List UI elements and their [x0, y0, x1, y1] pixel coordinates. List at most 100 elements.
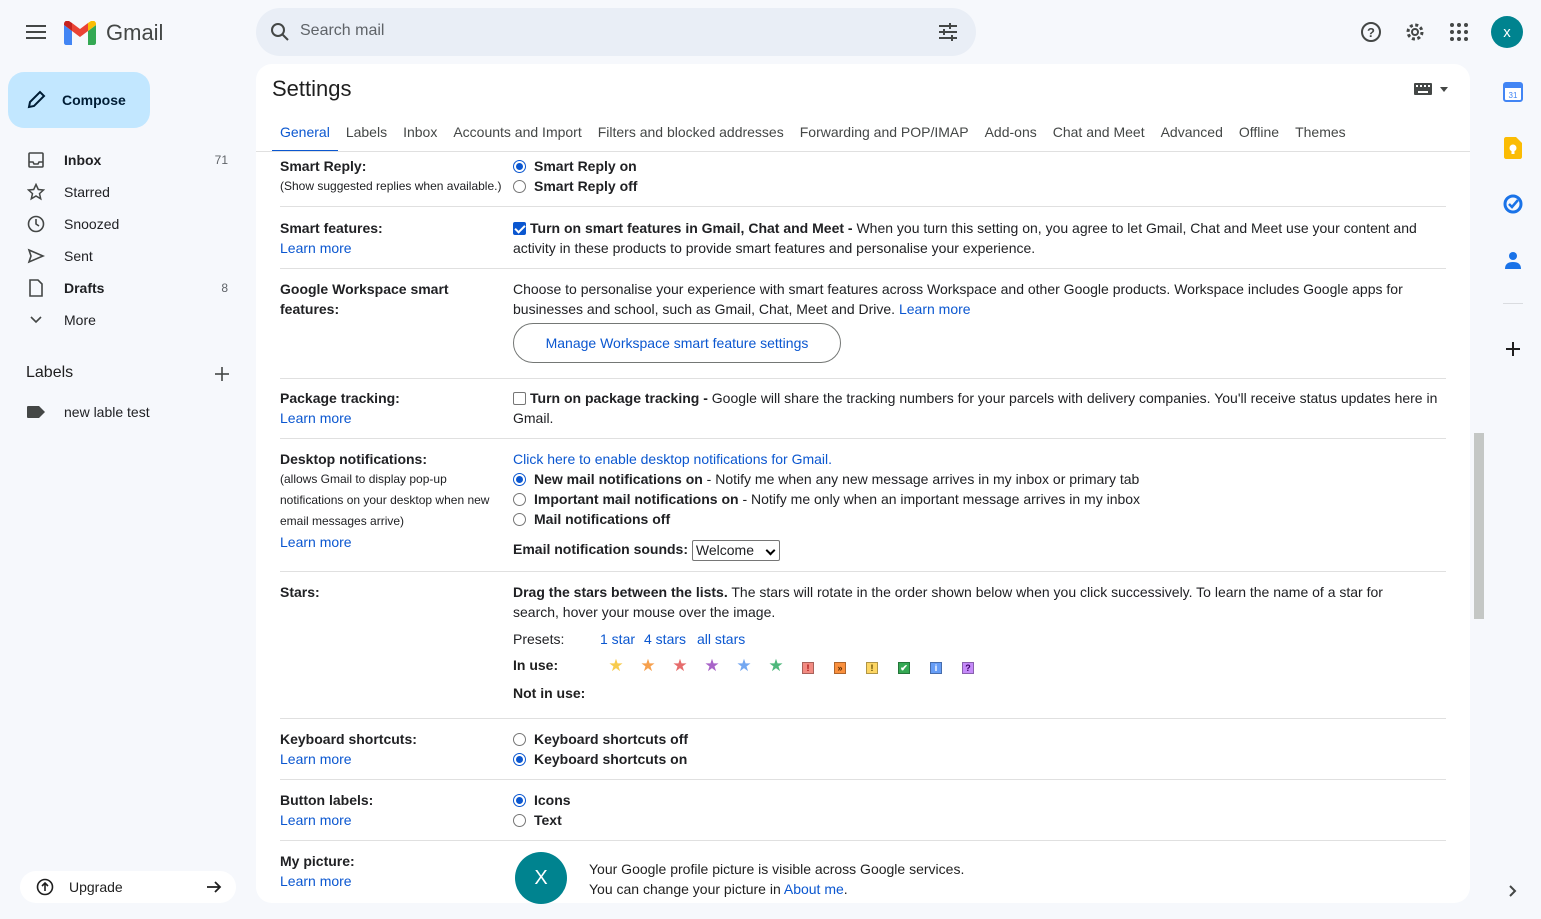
yellow-star-icon[interactable]: ★ [600, 656, 632, 676]
enable-notifications-link[interactable]: Click here to enable desktop notificatio… [513, 449, 1445, 469]
tab-forwarding[interactable]: Forwarding and POP/IMAP [792, 112, 977, 152]
draft-file-icon [26, 278, 46, 298]
profile-picture[interactable]: X [515, 852, 567, 904]
label-name: new lable test [64, 404, 150, 420]
divider [280, 378, 1446, 379]
notification-sound-select[interactable]: Welcome [691, 539, 780, 561]
presets-label: Presets: [513, 631, 565, 647]
preset-all-stars[interactable]: all stars [697, 631, 745, 647]
green-star-icon[interactable]: ★ [760, 656, 792, 676]
tab-offline[interactable]: Offline [1231, 112, 1287, 152]
nav-item-sent[interactable]: Sent [0, 240, 248, 272]
radio-selected[interactable] [513, 753, 526, 766]
preset-4-stars[interactable]: 4 stars [644, 631, 686, 647]
new-mail-notifications-option[interactable]: New mail notifications on - Notify me wh… [513, 469, 1445, 489]
main-menu-icon[interactable] [20, 16, 52, 48]
divider [280, 840, 1446, 841]
radio-selected[interactable] [513, 794, 526, 807]
nav-item-inbox[interactable]: Inbox 71 [0, 144, 248, 176]
upgrade-button[interactable]: Upgrade [20, 871, 236, 903]
divider [280, 571, 1446, 572]
smart-reply-on-option[interactable]: Smart Reply on [513, 156, 637, 176]
keep-icon[interactable] [1500, 135, 1526, 161]
tab-inbox[interactable]: Inbox [395, 112, 445, 152]
smart-reply-off-option[interactable]: Smart Reply off [513, 176, 637, 196]
purple-question-icon[interactable]: ? [952, 658, 984, 674]
learn-more-link[interactable]: Learn more [280, 238, 383, 258]
orange-star-icon[interactable]: ★ [632, 656, 664, 676]
tabs-divider [256, 151, 1470, 152]
radio-unselected[interactable] [513, 180, 526, 193]
apps-grid-icon[interactable] [1446, 19, 1472, 45]
tab-general[interactable]: General [272, 112, 338, 152]
unread-count: 71 [214, 153, 228, 167]
tab-add-ons[interactable]: Add-ons [977, 112, 1045, 152]
keyboard-shortcuts-off-option[interactable]: Keyboard shortcuts off [513, 729, 688, 749]
tab-advanced[interactable]: Advanced [1153, 112, 1231, 152]
divider [280, 438, 1446, 439]
manage-workspace-settings-button[interactable]: Manage Workspace smart feature settings [513, 323, 841, 363]
button-labels-text-option[interactable]: Text [513, 810, 571, 830]
svg-text:?: ? [1367, 25, 1375, 40]
learn-more-link[interactable]: Learn more [280, 749, 417, 769]
preset-1-star[interactable]: 1 star [600, 631, 635, 647]
nav-item-starred[interactable]: Starred [0, 176, 248, 208]
nav-item-drafts[interactable]: Drafts 8 [0, 272, 248, 304]
search-input[interactable]: Search mail [300, 22, 384, 40]
learn-more-link[interactable]: Learn more [899, 301, 971, 317]
divider [280, 206, 1446, 207]
radio-unselected[interactable] [513, 733, 526, 746]
contacts-icon[interactable] [1500, 247, 1526, 273]
divider [280, 779, 1446, 780]
tab-chat-and-meet[interactable]: Chat and Meet [1045, 112, 1153, 152]
tab-labels[interactable]: Labels [338, 112, 395, 152]
tab-accounts-and-import[interactable]: Accounts and Import [445, 112, 589, 152]
expand-side-panel-icon[interactable] [1500, 878, 1526, 904]
red-bang-icon[interactable]: ! [792, 658, 824, 674]
help-icon[interactable]: ? [1358, 19, 1384, 45]
tab-themes[interactable]: Themes [1287, 112, 1354, 152]
yellow-bang-icon[interactable]: ! [856, 658, 888, 674]
search-bar[interactable]: Search mail [256, 8, 976, 56]
setting-label: Button labels: [280, 792, 374, 808]
about-me-link[interactable]: About me [784, 881, 844, 897]
red-star-icon[interactable]: ★ [664, 656, 696, 676]
green-check-icon[interactable]: ✔ [888, 658, 920, 674]
settings-gear-icon[interactable] [1402, 19, 1428, 45]
smart-features-checkbox[interactable] [513, 222, 526, 235]
learn-more-link[interactable]: Learn more [280, 871, 355, 891]
search-options-icon[interactable] [938, 22, 958, 47]
label-item[interactable]: new lable test [0, 396, 248, 428]
calendar-icon[interactable]: 31 [1500, 79, 1526, 105]
account-avatar[interactable]: x [1491, 16, 1523, 48]
package-tracking-checkbox[interactable] [513, 392, 526, 405]
scrollbar-thumb[interactable] [1474, 433, 1484, 619]
keyboard-shortcuts-on-option[interactable]: Keyboard shortcuts on [513, 749, 688, 769]
radio-unselected[interactable] [513, 814, 526, 827]
radio-selected[interactable] [513, 473, 526, 486]
mail-notifications-off-option[interactable]: Mail notifications off [513, 509, 1445, 529]
learn-more-link[interactable]: Learn more [280, 408, 400, 428]
important-mail-notifications-option[interactable]: Important mail notifications on - Notify… [513, 489, 1445, 509]
learn-more-link[interactable]: Learn more [280, 532, 505, 552]
compose-button[interactable]: Compose [8, 72, 150, 128]
blue-star-icon[interactable]: ★ [728, 656, 760, 676]
tab-filters[interactable]: Filters and blocked addresses [590, 112, 792, 152]
radio-unselected[interactable] [513, 493, 526, 506]
input-tools-icon[interactable] [1414, 83, 1448, 95]
radio-unselected[interactable] [513, 513, 526, 526]
purple-star-icon[interactable]: ★ [696, 656, 728, 676]
add-addon-icon[interactable] [1500, 336, 1526, 362]
add-label-icon[interactable] [213, 365, 231, 388]
search-icon[interactable] [270, 22, 290, 47]
learn-more-link[interactable]: Learn more [280, 810, 373, 830]
blue-info-icon[interactable]: i [920, 658, 952, 674]
orange-guillemet-icon[interactable]: » [824, 658, 856, 674]
button-labels-icons-option[interactable]: Icons [513, 790, 571, 810]
inbox-icon [26, 150, 46, 170]
nav-item-more[interactable]: More [0, 304, 248, 336]
radio-selected[interactable] [513, 160, 526, 173]
nav-item-snoozed[interactable]: Snoozed [0, 208, 248, 240]
tasks-icon[interactable] [1500, 191, 1526, 217]
gmail-logo[interactable]: Gmail [64, 20, 163, 46]
